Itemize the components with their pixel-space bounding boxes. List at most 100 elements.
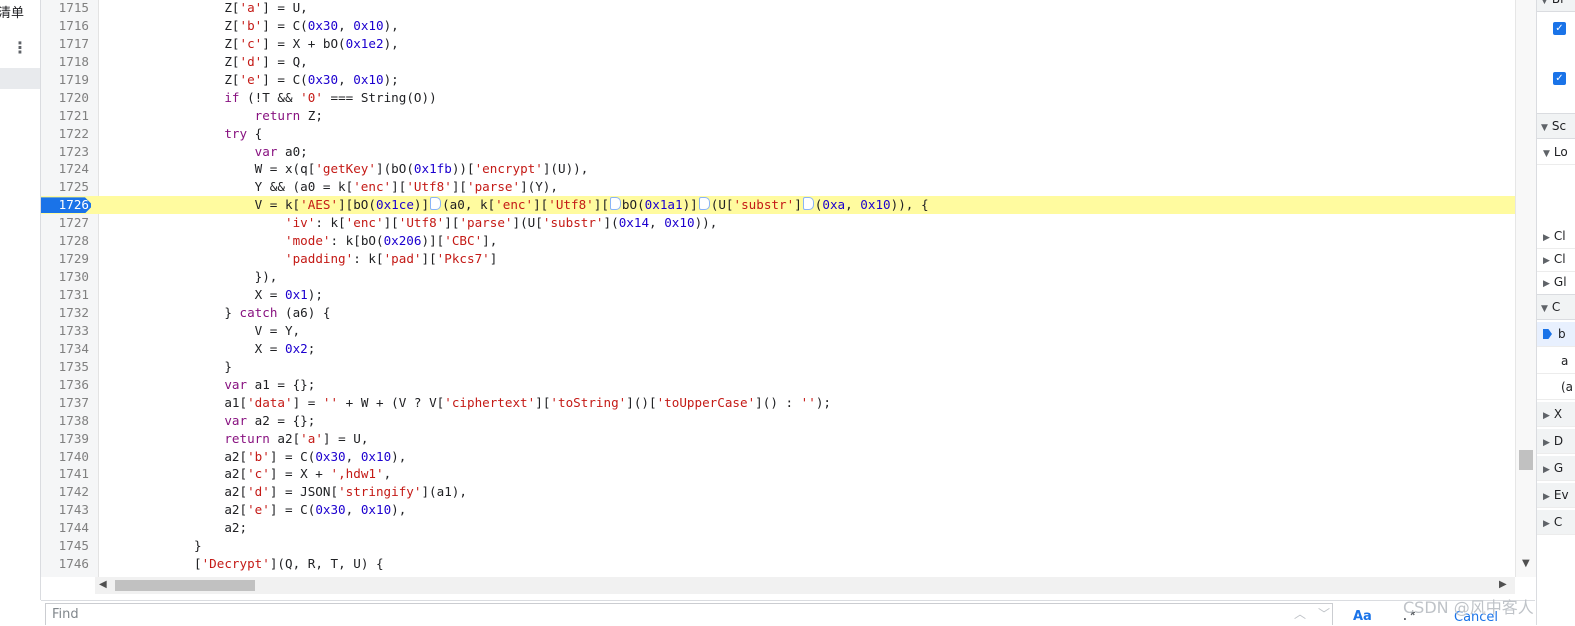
code-line[interactable]: 1716 Z['b'] = C(0x30, 0x10),	[41, 17, 1515, 35]
code-line[interactable]: 1732 } catch (a6) {	[41, 304, 1515, 322]
code-line[interactable]: 1738 var a2 = {};	[41, 412, 1515, 430]
code-line[interactable]: 1723 var a0;	[41, 143, 1515, 161]
line-number[interactable]: 1724	[41, 160, 89, 178]
code-editor[interactable]: 1715 Z['a'] = U, 1716 Z['b'] = C(0x30, 0x…	[41, 0, 1515, 577]
line-number[interactable]: 1719	[41, 71, 89, 89]
selected-file-item[interactable]	[0, 68, 40, 89]
breakpoint-checkbox[interactable]: ✓	[1553, 22, 1566, 35]
scope-section-header[interactable]: ▼ Sc	[1537, 113, 1575, 139]
code-line[interactable]: 1719 Z['e'] = C(0x30, 0x10);	[41, 71, 1515, 89]
scroll-left-icon[interactable]: ◀	[99, 579, 107, 590]
code-line[interactable]: 1736 var a1 = {};	[41, 376, 1515, 394]
find-previous-icon[interactable]: ︿	[1291, 605, 1309, 623]
scroll-down-icon[interactable]: ▼	[1522, 558, 1530, 569]
code-line[interactable]: 1741 a2['c'] = X + ',hdw1',	[41, 465, 1515, 483]
line-number[interactable]: 1741	[41, 465, 89, 483]
line-number[interactable]: 1723	[41, 143, 89, 161]
scope-closure[interactable]: ▶ Cl	[1537, 247, 1575, 272]
code-line[interactable]: 1728 'mode': k[bO(0x206)]['CBC'],	[41, 232, 1515, 250]
call-stack-frame[interactable]: b	[1537, 322, 1575, 347]
line-number[interactable]: 1731	[41, 286, 89, 304]
scope-local[interactable]: ▼ Lo	[1537, 140, 1575, 165]
vertical-scrollbar[interactable]: ▼	[1515, 0, 1536, 577]
code-line[interactable]: 1746 ['Decrypt'](Q, R, T, U) {	[41, 555, 1515, 573]
line-number[interactable]: 1738	[41, 412, 89, 430]
code-line[interactable]: 1730 }),	[41, 268, 1515, 286]
code-line[interactable]: 1717 Z['c'] = X + bO(0x1e2),	[41, 35, 1515, 53]
code-line[interactable]: 1727 'iv': k['enc']['Utf8']['parse'](U['…	[41, 214, 1515, 232]
vertical-scroll-thumb[interactable]	[1519, 450, 1533, 470]
code-line[interactable]: 1721 return Z;	[41, 107, 1515, 125]
inline-breakpoint-icon[interactable]	[609, 197, 621, 211]
breakpoints-section-header[interactable]: ▼Bi	[1537, 0, 1575, 12]
inline-breakpoint-icon[interactable]	[698, 197, 710, 211]
inline-breakpoint-icon[interactable]	[430, 197, 442, 211]
line-number[interactable]: 1716	[41, 17, 89, 35]
line-number[interactable]: 1725	[41, 178, 89, 196]
line-number[interactable]: 1739	[41, 430, 89, 448]
xhr-breakpoints-header[interactable]: ▶ X	[1537, 402, 1575, 427]
csp-breakpoints-header[interactable]: ▶ C	[1537, 510, 1575, 535]
horizontal-scroll-thumb[interactable]	[115, 580, 255, 591]
line-number[interactable]: 1733	[41, 322, 89, 340]
call-stack-frame[interactable]: (a	[1537, 375, 1575, 400]
line-number[interactable]: 1740	[41, 448, 89, 466]
code-line[interactable]: 1745 }	[41, 537, 1515, 555]
code-line[interactable]: 1720 if (!T && '0' === String(O))	[41, 89, 1515, 107]
horizontal-scrollbar[interactable]: ◀ ▶	[95, 577, 1515, 594]
code-line[interactable]: 1734 X = 0x2;	[41, 340, 1515, 358]
code-line[interactable]: 1718 Z['d'] = Q,	[41, 53, 1515, 71]
code-line[interactable]: 1722 try {	[41, 125, 1515, 143]
line-number[interactable]: 1715	[41, 0, 89, 17]
line-number[interactable]: 1732	[41, 304, 89, 322]
more-options-icon[interactable]: ⋮	[10, 38, 30, 60]
line-number[interactable]: 1721	[41, 107, 89, 125]
code-line[interactable]: 1739 return a2['a'] = U,	[41, 430, 1515, 448]
find-input[interactable]	[45, 603, 1333, 625]
code-line[interactable]: 1740 a2['b'] = C(0x30, 0x10),	[41, 448, 1515, 466]
line-number[interactable]: 1745	[41, 537, 89, 555]
code-line-current[interactable]: 1726 V = k['AES'][bO(0x1ce)] (a0, k['enc'…	[41, 196, 1515, 215]
line-number[interactable]: 1746	[41, 555, 89, 573]
scope-global[interactable]: ▶ Gl	[1537, 270, 1575, 295]
line-number[interactable]: 1729	[41, 250, 89, 268]
code-line[interactable]: 1725 Y && (a0 = k['enc']['Utf8']['parse'…	[41, 178, 1515, 196]
line-number[interactable]: 1734	[41, 340, 89, 358]
dom-breakpoints-header[interactable]: ▶ D	[1537, 429, 1575, 454]
code-line[interactable]: 1733 V = Y,	[41, 322, 1515, 340]
line-number[interactable]: 1736	[41, 376, 89, 394]
line-number[interactable]: 1718	[41, 53, 89, 71]
breakpoint-checkbox[interactable]: ✓	[1553, 72, 1566, 85]
line-number[interactable]: 1727	[41, 214, 89, 232]
line-number[interactable]: 1728	[41, 232, 89, 250]
line-number[interactable]: 1730	[41, 268, 89, 286]
scope-closure[interactable]: ▶ Cl	[1537, 224, 1575, 249]
code-line[interactable]: 1737 a1['data'] = '' + W + (V ? V['ciphe…	[41, 394, 1515, 412]
find-next-icon[interactable]: ﹀	[1315, 605, 1333, 623]
line-number[interactable]: 1726	[41, 196, 89, 214]
global-listeners-header[interactable]: ▶ G	[1537, 456, 1575, 481]
line-number[interactable]: 1743	[41, 501, 89, 519]
line-number[interactable]: 1747	[41, 573, 89, 577]
code-line[interactable]: 1735 }	[41, 358, 1515, 376]
line-number[interactable]: 1720	[41, 89, 89, 107]
line-number[interactable]: 1722	[41, 125, 89, 143]
code-line[interactable]: 1729 'padding': k['pad']['Pkcs7']	[41, 250, 1515, 268]
code-line[interactable]: 1731 X = 0x1);	[41, 286, 1515, 304]
line-number[interactable]: 1737	[41, 394, 89, 412]
call-stack-section-header[interactable]: ▼ C	[1537, 294, 1575, 320]
event-listener-breakpoints-header[interactable]: ▶ Ev	[1537, 483, 1575, 508]
code-line[interactable]: 1742 a2['d'] = JSON['stringify'](a1),	[41, 483, 1515, 501]
code-line[interactable]: 1744 a2;	[41, 519, 1515, 537]
call-stack-frame[interactable]: a	[1537, 349, 1575, 374]
code-line[interactable]: 1743 a2['e'] = C(0x30, 0x10),	[41, 501, 1515, 519]
inline-breakpoint-icon[interactable]	[802, 197, 814, 211]
line-number[interactable]: 1735	[41, 358, 89, 376]
code-line[interactable]: 1715 Z['a'] = U,	[41, 0, 1515, 17]
match-case-button[interactable]: Aa	[1353, 609, 1372, 624]
line-number[interactable]: 1742	[41, 483, 89, 501]
code-line[interactable]: 1724 W = x(q['getKey'](bO(0x1fb))['encry…	[41, 160, 1515, 178]
line-number[interactable]: 1744	[41, 519, 89, 537]
line-number[interactable]: 1717	[41, 35, 89, 53]
scroll-right-icon[interactable]: ▶	[1499, 579, 1507, 590]
